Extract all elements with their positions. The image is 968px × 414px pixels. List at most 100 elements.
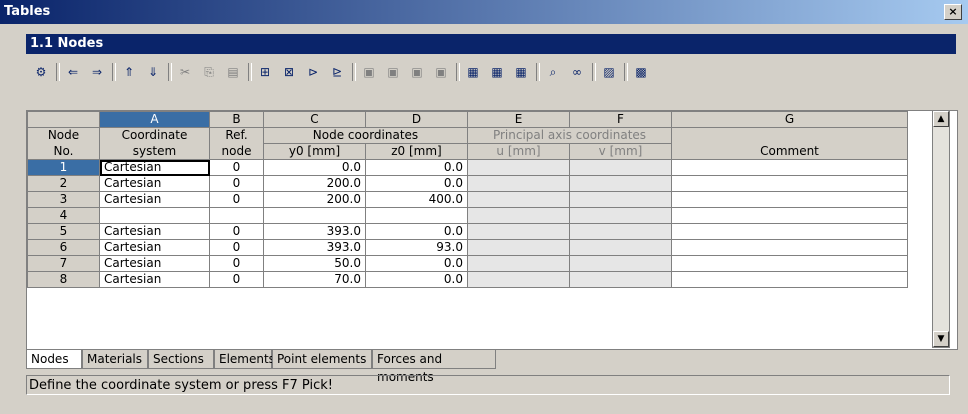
tab-forces-and-moments[interactable]: Forces and moments <box>372 350 496 384</box>
row-number[interactable]: 7 <box>27 255 100 272</box>
insert-column-icon[interactable]: ⊳ <box>302 62 324 82</box>
row-number[interactable]: 2 <box>27 175 100 192</box>
vertical-scrollbar[interactable]: ▲ ▼ <box>932 110 950 348</box>
comment-cell[interactable] <box>671 175 908 192</box>
calculator-icon[interactable]: ▩ <box>630 62 652 82</box>
coordinate-system-cell[interactable] <box>99 207 210 224</box>
close-icon[interactable]: × <box>944 4 962 20</box>
comment-cell[interactable] <box>671 207 908 224</box>
u-coordinate-cell[interactable] <box>467 239 570 256</box>
picture-icon[interactable]: ▨ <box>598 62 620 82</box>
v-coordinate-cell[interactable] <box>569 207 672 224</box>
z-coordinate-cell[interactable]: 0.0 <box>365 223 468 240</box>
ref-node-cell[interactable]: 0 <box>209 271 264 288</box>
u-coordinate-cell[interactable] <box>467 191 570 208</box>
move-up-icon[interactable]: ⇑ <box>118 62 140 82</box>
ref-node-cell[interactable]: 0 <box>209 239 264 256</box>
ref-node-cell[interactable]: 0 <box>209 255 264 272</box>
column-header-g[interactable]: G <box>671 111 908 128</box>
comment-cell[interactable] <box>671 191 908 208</box>
u-coordinate-cell[interactable] <box>467 207 570 224</box>
z-coordinate-cell[interactable]: 93.0 <box>365 239 468 256</box>
coordinate-system-cell[interactable]: Cartesian <box>99 159 210 176</box>
z-coordinate-cell[interactable]: 0.0 <box>365 159 468 176</box>
y-coordinate-cell[interactable]: 70.0 <box>263 271 366 288</box>
scroll-up-icon[interactable]: ▲ <box>933 111 949 127</box>
coordinate-system-cell[interactable]: Cartesian <box>99 175 210 192</box>
comment-cell[interactable] <box>671 239 908 256</box>
u-coordinate-cell[interactable] <box>467 175 570 192</box>
comment-cell[interactable] <box>671 255 908 272</box>
row-number[interactable]: 5 <box>27 223 100 240</box>
u-coordinate-cell[interactable] <box>467 271 570 288</box>
y-coordinate-cell[interactable] <box>263 207 366 224</box>
v-coordinate-cell[interactable] <box>569 223 672 240</box>
z-coordinate-cell[interactable] <box>365 207 468 224</box>
v-coordinate-cell[interactable] <box>569 271 672 288</box>
properties-icon[interactable]: ⚙ <box>30 62 52 82</box>
row-number[interactable]: 3 <box>27 191 100 208</box>
view2-icon[interactable]: ▣ <box>382 62 404 82</box>
comment-cell[interactable] <box>671 271 908 288</box>
y-coordinate-cell[interactable]: 393.0 <box>263 239 366 256</box>
coordinate-system-cell[interactable]: Cartesian <box>99 223 210 240</box>
paste-icon[interactable]: ▤ <box>222 62 244 82</box>
row-number[interactable]: 6 <box>27 239 100 256</box>
y-coordinate-cell[interactable]: 0.0 <box>263 159 366 176</box>
column-header-c[interactable]: C <box>263 111 366 128</box>
ref-node-cell[interactable]: 0 <box>209 175 264 192</box>
z-coordinate-cell[interactable]: 0.0 <box>365 271 468 288</box>
view3-icon[interactable]: ▣ <box>406 62 428 82</box>
y-coordinate-cell[interactable]: 50.0 <box>263 255 366 272</box>
column-header-d[interactable]: D <box>365 111 468 128</box>
u-coordinate-cell[interactable] <box>467 255 570 272</box>
z-coordinate-cell[interactable]: 0.0 <box>365 255 468 272</box>
copy-icon[interactable]: ⎘ <box>198 62 220 82</box>
row-number[interactable]: 1 <box>27 159 100 176</box>
scroll-down-icon[interactable]: ▼ <box>933 331 949 347</box>
insert-row-icon[interactable]: ⊞ <box>254 62 276 82</box>
tab-sections[interactable]: Sections <box>148 350 214 369</box>
cut-icon[interactable]: ✂ <box>174 62 196 82</box>
column-header-b[interactable]: B <box>209 111 264 128</box>
view4-icon[interactable]: ▣ <box>430 62 452 82</box>
coordinate-system-cell[interactable]: Cartesian <box>99 239 210 256</box>
screen3-icon[interactable]: ▦ <box>510 62 532 82</box>
column-header-a[interactable]: A <box>99 111 210 128</box>
y-coordinate-cell[interactable]: 200.0 <box>263 175 366 192</box>
v-coordinate-cell[interactable] <box>569 159 672 176</box>
comment-cell[interactable] <box>671 159 908 176</box>
comment-cell[interactable] <box>671 223 908 240</box>
ref-node-cell[interactable] <box>209 207 264 224</box>
row-number[interactable]: 8 <box>27 271 100 288</box>
arrow-left-icon[interactable]: ⇐ <box>62 62 84 82</box>
screen1-icon[interactable]: ▦ <box>462 62 484 82</box>
ref-node-cell[interactable]: 0 <box>209 159 264 176</box>
z-coordinate-cell[interactable]: 400.0 <box>365 191 468 208</box>
y-coordinate-cell[interactable]: 200.0 <box>263 191 366 208</box>
row-number[interactable]: 4 <box>27 207 100 224</box>
screen2-icon[interactable]: ▦ <box>486 62 508 82</box>
append-column-icon[interactable]: ⊵ <box>326 62 348 82</box>
tab-materials[interactable]: Materials <box>82 350 148 369</box>
ref-node-cell[interactable]: 0 <box>209 191 264 208</box>
tab-point-elements[interactable]: Point elements <box>272 350 372 369</box>
tab-nodes[interactable]: Nodes <box>26 350 82 369</box>
glasses-icon[interactable]: ∞ <box>566 62 588 82</box>
coordinate-system-cell[interactable]: Cartesian <box>99 191 210 208</box>
v-coordinate-cell[interactable] <box>569 191 672 208</box>
v-coordinate-cell[interactable] <box>569 175 672 192</box>
z-coordinate-cell[interactable]: 0.0 <box>365 175 468 192</box>
tab-elements[interactable]: Elements <box>214 350 275 369</box>
view1-icon[interactable]: ▣ <box>358 62 380 82</box>
filter-icon[interactable]: ⌕ <box>542 62 564 82</box>
column-header-e[interactable]: E <box>467 111 570 128</box>
v-coordinate-cell[interactable] <box>569 255 672 272</box>
move-down-icon[interactable]: ⇓ <box>142 62 164 82</box>
u-coordinate-cell[interactable] <box>467 223 570 240</box>
coordinate-system-cell[interactable]: Cartesian <box>99 271 210 288</box>
y-coordinate-cell[interactable]: 393.0 <box>263 223 366 240</box>
arrow-right-icon[interactable]: ⇒ <box>86 62 108 82</box>
coordinate-system-cell[interactable]: Cartesian <box>99 255 210 272</box>
column-header-f[interactable]: F <box>569 111 672 128</box>
